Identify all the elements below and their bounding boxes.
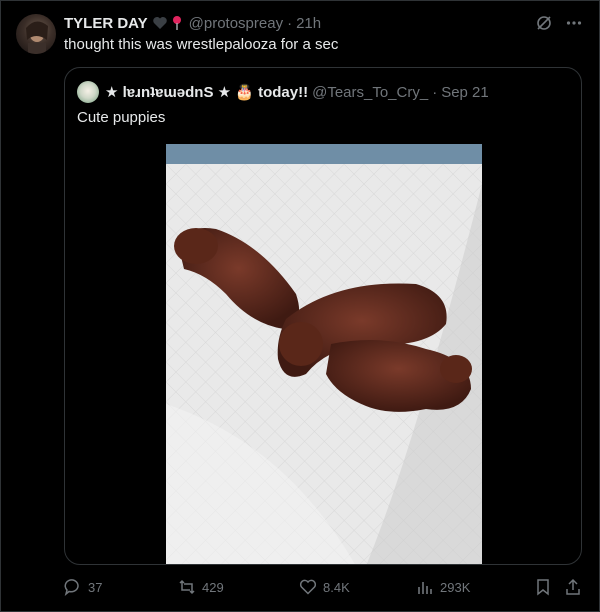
grok-icon[interactable] bbox=[534, 13, 554, 33]
views-button[interactable]: 293K bbox=[416, 576, 470, 598]
quoted-author-name[interactable]: ★ lɐɹnʇɐɯǝdnS ★ 🎂 today!! bbox=[105, 83, 308, 101]
bookmark-icon bbox=[534, 578, 552, 596]
author-handle[interactable]: @protospreay bbox=[189, 15, 283, 32]
red-pin-icon bbox=[171, 15, 183, 31]
reply-icon bbox=[64, 578, 82, 596]
reply-button[interactable]: 37 bbox=[64, 576, 102, 598]
quoted-author-avatar[interactable] bbox=[77, 81, 99, 103]
views-count: 293K bbox=[440, 579, 471, 595]
tweet-text: thought this was wrestlepalooza for a se… bbox=[64, 36, 339, 53]
quoted-author-handle[interactable]: @Tears_To_Cry_ bbox=[312, 84, 428, 101]
like-icon bbox=[299, 578, 317, 596]
quoted-tweet-date[interactable]: Sep 21 bbox=[441, 84, 489, 101]
quoted-tweet[interactable]: ★ lɐɹnʇɐɯǝdnS ★ 🎂 today!! @Tears_To_Cry_… bbox=[64, 67, 582, 565]
reply-count: 37 bbox=[88, 579, 103, 595]
quoted-tweet-text: Cute puppies bbox=[77, 109, 166, 126]
repost-count: 429 bbox=[202, 579, 224, 595]
repost-icon bbox=[178, 578, 196, 596]
more-options-icon[interactable] bbox=[564, 13, 584, 33]
separator-dot: · bbox=[432, 83, 438, 101]
author-avatar[interactable] bbox=[16, 14, 56, 54]
share-button[interactable] bbox=[564, 576, 582, 598]
repost-button[interactable]: 429 bbox=[178, 576, 224, 598]
views-icon bbox=[416, 578, 434, 596]
quoted-tweet-header: ★ lɐɹnʇɐɯǝdnS ★ 🎂 today!! @Tears_To_Cry_… bbox=[77, 81, 489, 103]
tweet-actions: 37 429 8.4K 293K bbox=[64, 576, 584, 598]
black-heart-icon bbox=[152, 15, 168, 31]
puppies-photo[interactable] bbox=[166, 144, 482, 564]
separator-dot: · bbox=[287, 14, 293, 32]
bookmark-button[interactable] bbox=[534, 576, 552, 598]
like-button[interactable]: 8.4K bbox=[299, 576, 350, 598]
like-count: 8.4K bbox=[323, 579, 350, 595]
author-name[interactable]: TYLER DAY bbox=[64, 15, 148, 32]
tweet-time[interactable]: 21h bbox=[296, 15, 321, 32]
share-icon bbox=[564, 578, 582, 596]
tweet-header: TYLER DAY @protospreay · 21h bbox=[64, 13, 584, 33]
